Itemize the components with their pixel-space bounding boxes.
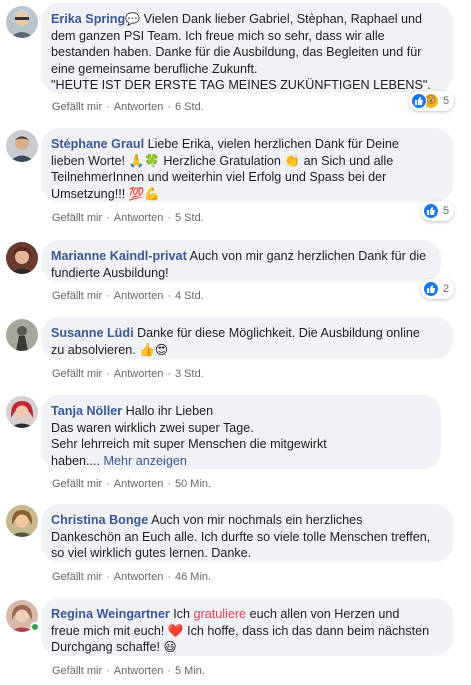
comment-text-line: Liebe Erika, vielen herzlichen Dank für …	[147, 137, 399, 151]
comment-time[interactable]: 5 Min.	[175, 665, 205, 677]
comment-author[interactable]: Christina Bonge	[51, 513, 148, 527]
comment-text-line: Auch von mir nochmals ein herzliches	[151, 513, 363, 527]
reply-link[interactable]: Antworten	[114, 101, 164, 113]
reaction-summary[interactable]: 5	[421, 201, 455, 221]
reply-link[interactable]: Antworten	[114, 290, 164, 302]
comment-bubble: Regina Weingartner Ich gratuliere euch a…	[41, 598, 453, 656]
comment-author[interactable]: Susanne Lüdi	[51, 326, 134, 340]
comment-actions: Gefällt mir · Antworten · 50 Min.	[52, 478, 211, 490]
reply-link[interactable]: Antworten	[114, 665, 164, 677]
reaction-count: 2	[443, 283, 450, 295]
comment-actions: Gefällt mir · Antworten · 4 Std.	[52, 290, 204, 302]
like-link[interactable]: Gefällt mir	[52, 368, 102, 380]
comment-bubble: Stéphane Graul Liebe Erika, vielen herzl…	[41, 128, 453, 202]
comment-text-line: zu absolvieren. 👍😍	[51, 342, 169, 357]
comment-text-line: "HEUTE IST DER ERSTE TAG MEINES ZUKÜNFTI…	[51, 78, 431, 92]
separator: ·	[167, 665, 171, 677]
comment-text-line: freue mich mit euch! ❤️ Ich hoffe, dass …	[51, 623, 430, 638]
avatar[interactable]	[6, 6, 38, 38]
like-link[interactable]: Gefällt mir	[52, 665, 102, 677]
highlighted-keyword[interactable]: gratuliere	[194, 607, 247, 621]
comment-text-line: so viel wirklich gutes lernen. Danke.	[51, 546, 252, 560]
comment-actions: Gefällt mir · Antworten · 5 Std.	[52, 212, 204, 224]
comment-text-line: TeilnehmerInnen und weiterhin viel Erfol…	[51, 170, 387, 184]
avatar[interactable]	[6, 130, 38, 162]
like-link[interactable]: Gefällt mir	[52, 290, 102, 302]
comment-time[interactable]: 50 Min.	[175, 478, 211, 490]
separator: ·	[106, 665, 110, 677]
like-link[interactable]: Gefällt mir	[52, 212, 102, 224]
avatar[interactable]	[6, 242, 38, 274]
comment-author[interactable]: Erika Spring	[51, 12, 125, 26]
comment-text-line: Durchgang schaffe! 😃	[51, 640, 177, 654]
comment-text-line: Das waren wirklich zwei super Tage.	[51, 420, 254, 435]
comment-time[interactable]: 6 Std.	[175, 101, 204, 113]
like-icon	[411, 93, 427, 109]
separator: ·	[167, 478, 171, 490]
like-icon	[423, 203, 439, 219]
comment-bubble: Susanne Lüdi Danke für diese Möglichkeit…	[41, 317, 453, 359]
comment-text-line: Hallo ihr Lieben	[125, 404, 214, 418]
comment-actions: Gefällt mir · Antworten · 6 Std.	[52, 101, 204, 113]
reaction-summary[interactable]: 2	[421, 279, 455, 299]
comment-time[interactable]: 5 Std.	[175, 212, 204, 224]
comment-bubble: Tanja Nöller Hallo ihr Lieben Das waren …	[41, 395, 441, 469]
comment-author[interactable]: Stéphane Graul	[51, 137, 144, 151]
separator: ·	[106, 368, 110, 380]
comment-text-line: eine gemeinsame berufliche Zukunft.	[51, 61, 258, 76]
reply-link[interactable]: Antworten	[114, 368, 164, 380]
comment-text-prefix: Ich	[173, 607, 191, 621]
reaction-count: 5	[443, 95, 450, 107]
like-icon	[423, 281, 439, 297]
separator: ·	[167, 571, 171, 583]
comment-text-line: Vielen Dank lieber Gabriel, Stèphan, Rap…	[143, 12, 423, 26]
comment-text-line: Auch von mir ganz herzlichen Dank für di…	[189, 249, 427, 263]
separator: ·	[167, 101, 171, 113]
separator: ·	[167, 368, 171, 380]
separator: ·	[167, 290, 171, 302]
comment-bubble: Christina Bonge Auch von mir nochmals ei…	[41, 504, 453, 562]
reply-link[interactable]: Antworten	[114, 478, 164, 490]
comment-text-line: lieben Worte! 🙏🍀 Herzliche Gratulation 👏…	[51, 153, 394, 168]
comment-text-line: haben....	[51, 453, 101, 468]
reply-link[interactable]: Antworten	[114, 212, 164, 224]
speech-bubble-icon: 💬	[125, 12, 141, 26]
comment-author[interactable]: Regina Weingartner	[51, 607, 170, 621]
like-link[interactable]: Gefällt mir	[52, 571, 102, 583]
comment-text-line: Umsetzung!!! 💯💪	[51, 186, 161, 201]
separator: ·	[106, 290, 110, 302]
comment-actions: Gefällt mir · Antworten · 46 Min.	[52, 571, 211, 583]
comment-text-line: dem ganzen PSI Team. Ich freue mich so s…	[51, 28, 385, 43]
reply-link[interactable]: Antworten	[114, 571, 164, 583]
like-link[interactable]: Gefällt mir	[52, 478, 102, 490]
comment-text-line: Danke für diese Möglichkeit. Die Ausbild…	[137, 326, 420, 340]
comment-text-line: bestanden haben. Danke für die Ausbildun…	[51, 45, 422, 59]
comment-bubble: Erika Spring💬 Vielen Dank lieber Gabriel…	[41, 3, 453, 93]
comment-bubble: Marianne Kaindl-privat Auch von mir ganz…	[41, 240, 441, 282]
show-more-link[interactable]: Mehr anzeigen	[104, 454, 187, 468]
comment-text-line: Dankeschön an Euch alle. Ich durfte so v…	[51, 529, 431, 544]
separator: ·	[106, 478, 110, 490]
reaction-summary[interactable]: 😮 5	[409, 91, 455, 111]
avatar[interactable]	[6, 396, 38, 428]
online-status-indicator	[30, 622, 40, 632]
comment-author[interactable]: Tanja Nöller	[51, 404, 122, 418]
reaction-count: 5	[443, 205, 450, 217]
avatar[interactable]	[6, 319, 38, 351]
comment-time[interactable]: 46 Min.	[175, 571, 211, 583]
comment-time[interactable]: 3 Std.	[175, 368, 204, 380]
like-link[interactable]: Gefällt mir	[52, 101, 102, 113]
comment-time[interactable]: 4 Std.	[175, 290, 204, 302]
separator: ·	[106, 571, 110, 583]
comment-text-line: Sehr lehrreich mit super Menschen die mi…	[51, 437, 327, 451]
separator: ·	[106, 101, 110, 113]
separator: ·	[167, 212, 171, 224]
comment-text-line: euch allen von Herzen und	[249, 607, 400, 621]
avatar[interactable]	[6, 505, 38, 537]
comment-actions: Gefällt mir · Antworten · 3 Std.	[52, 368, 204, 380]
comment-author[interactable]: Marianne Kaindl-privat	[51, 249, 187, 263]
separator: ·	[106, 212, 110, 224]
comment-actions: Gefällt mir · Antworten · 5 Min.	[52, 665, 205, 677]
comment-text-line: fundierte Ausbildung!	[51, 265, 169, 280]
